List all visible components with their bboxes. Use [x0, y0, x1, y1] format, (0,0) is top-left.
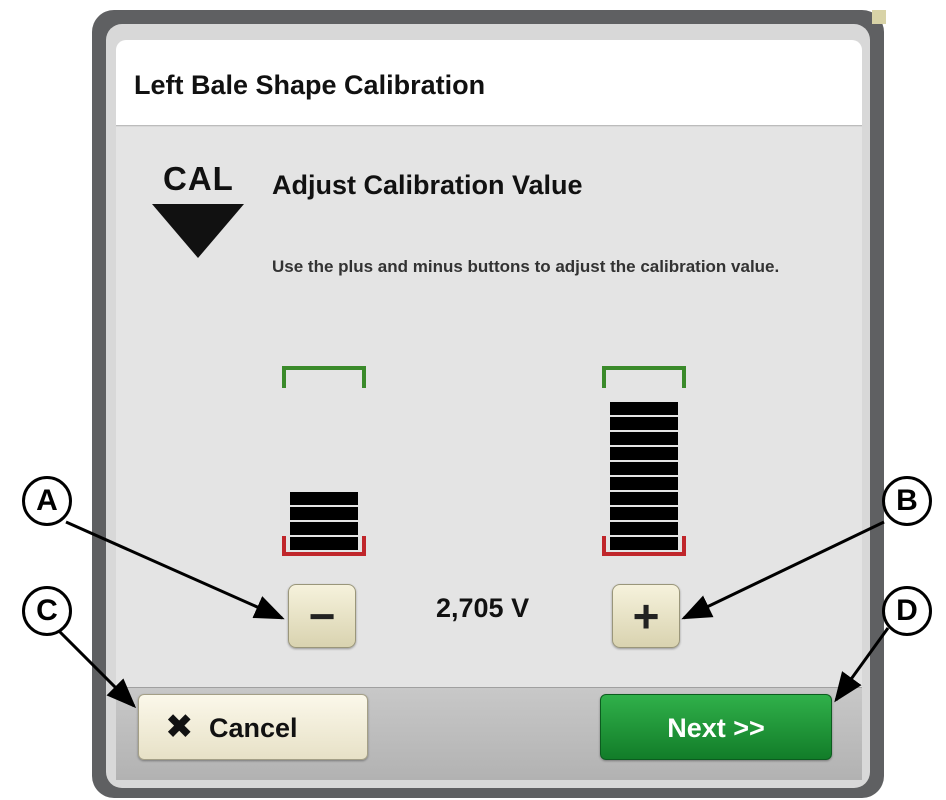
callout-a-arrow	[65, 520, 285, 620]
callout-c: C	[22, 586, 72, 636]
callout-c-arrow	[54, 626, 137, 709]
callout-b-arrow	[681, 520, 885, 620]
callout-b: B	[882, 476, 932, 526]
callout-d-arrow	[834, 627, 890, 703]
callout-d: D	[882, 586, 932, 636]
callout-arrows	[54, 520, 890, 709]
callout-a: A	[22, 476, 72, 526]
